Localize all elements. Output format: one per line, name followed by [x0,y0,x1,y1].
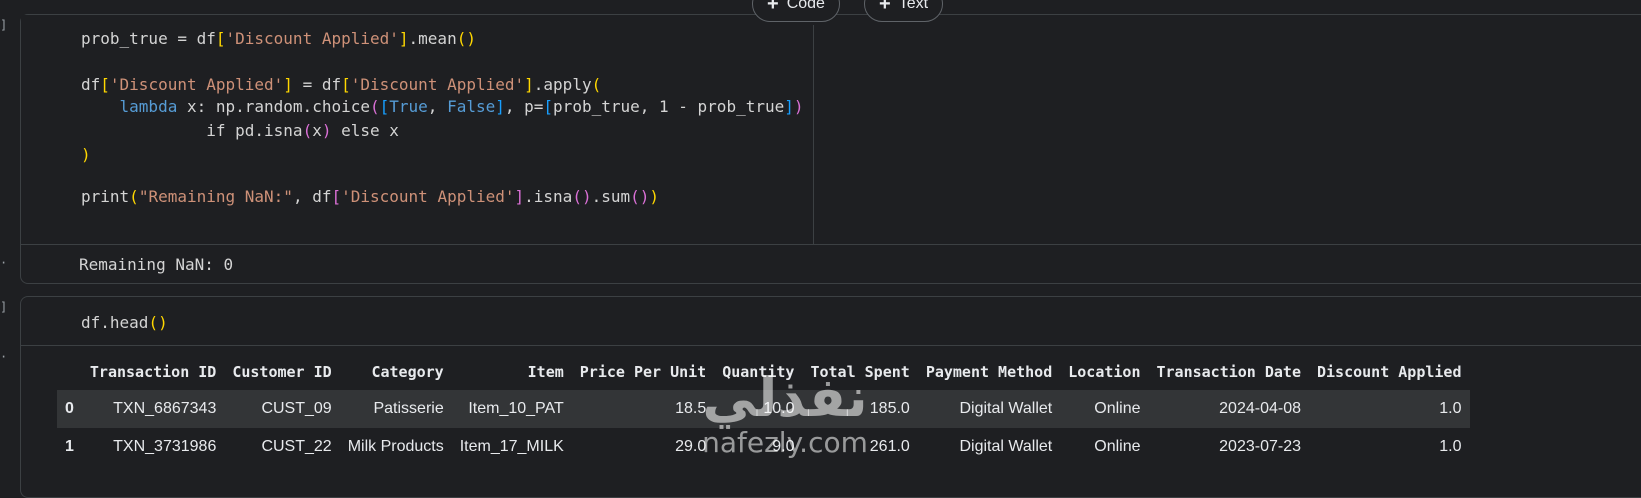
code-line-df-head: df.head() [81,313,168,332]
table-cell: Item_17_MILK [459,438,564,455]
column-header: Transaction Date [1156,363,1302,381]
cell-output-mark-2: · [0,350,8,364]
watermark-latin: nafezly.com [702,426,868,459]
output-divider [21,244,1641,245]
output-divider-2 [21,345,1641,346]
code-cell-1[interactable]: prob_true = df['Discount Applied'].mean(… [20,14,1641,284]
table-cell: 2023-07-23 [1219,438,1301,455]
watermark-arabic: نفذلي [702,366,868,429]
row-index: 0 [65,400,74,417]
add-text-label: Text [898,0,929,12]
code-line-6: ) [81,145,91,164]
table-cell: CUST_09 [261,400,332,417]
table-cell: Online [1094,400,1141,417]
code-editor-1[interactable]: prob_true = df['Discount Applied'].mean(… [21,15,1641,245]
code-line-8: print("Remaining NaN:", df['Discount App… [81,187,660,206]
table-cell: 2024-04-08 [1219,400,1301,417]
add-code-label: Code [786,0,825,12]
cell-output-text: Remaining NaN: 0 [79,255,234,274]
column-header: Location [1068,363,1141,381]
table-cell: Digital Wallet [959,400,1053,417]
column-header: Discount Applied [1317,363,1462,381]
code-line-4: lambda x: np.random.choice([True, False]… [119,97,804,116]
plus-icon: + [879,0,891,15]
index-header [57,354,82,390]
table-cell: Online [1094,438,1141,455]
table-cell: CUST_22 [261,438,332,455]
row-index: 1 [65,438,74,455]
cell-bracket-mark: ] [0,18,8,32]
table-cell: Milk Products [347,438,444,455]
code-line-3: df['Discount Applied'] = df['Discount Ap… [81,75,602,94]
code-line-5: if pd.isna(x) else x [81,121,399,140]
table-cell: 1.0 [1439,438,1462,455]
nafezly-watermark: نفذلي nafezly.com [690,368,880,468]
cell-bracket-mark-2: ] [0,300,8,314]
code-line-1: prob_true = df['Discount Applied'].mean(… [81,29,476,48]
cell-output-mark: · [0,256,8,270]
add-text-button[interactable]: + Text [864,0,944,22]
table-cell: Digital Wallet [959,438,1053,455]
table-cell: 1.0 [1439,400,1462,417]
table-cell: TXN_3731986 [113,438,217,455]
column-header: Payment Method [925,363,1053,381]
column-header: Category [371,363,444,381]
column-header: Customer ID [232,363,332,381]
table-cell: Item_10_PAT [468,400,564,417]
editor-split-line [813,25,814,245]
table-cell: TXN_6867343 [113,400,217,417]
add-code-button[interactable]: + Code [752,0,840,22]
column-header: Transaction ID [89,363,217,381]
table-cell: Patisserie [373,400,444,417]
column-header: Item [527,363,564,381]
plus-icon: + [767,0,779,15]
